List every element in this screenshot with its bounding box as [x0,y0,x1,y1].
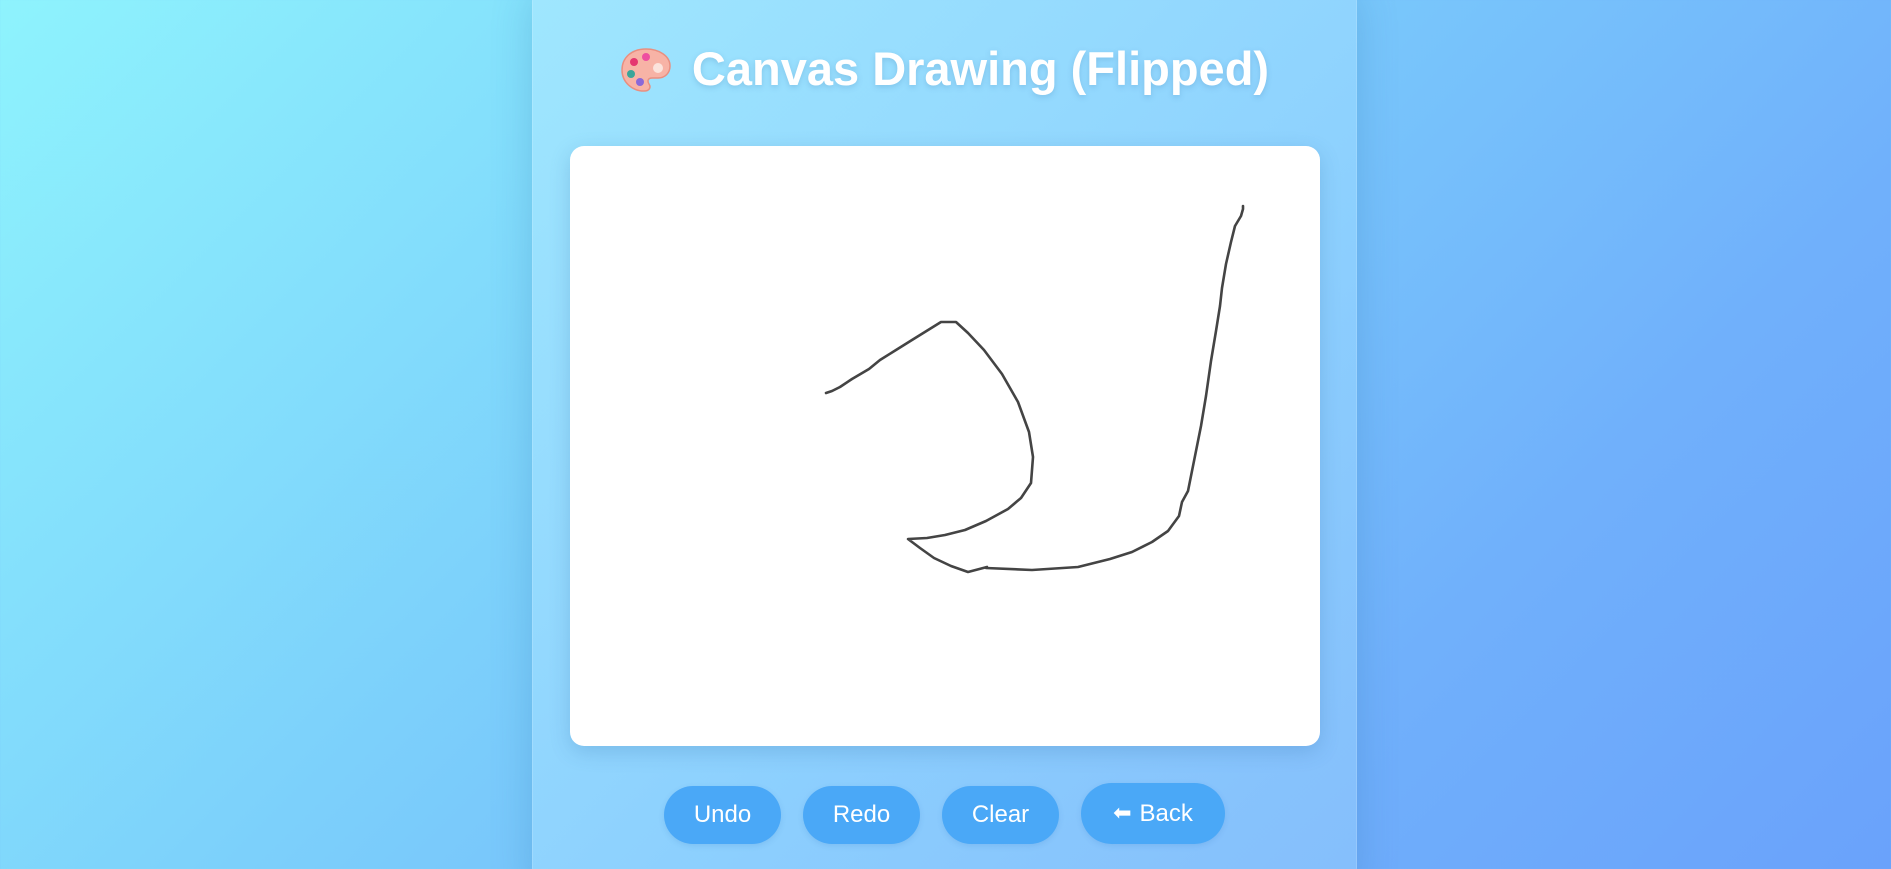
back-button[interactable]: ⬅ Back [1081,783,1225,844]
drawn-stroke [824,204,1245,574]
redo-button[interactable]: Redo [803,786,920,844]
left-arrow-icon: ⬅ [1113,799,1132,825]
page-title-text: Canvas Drawing (Flipped) [691,41,1270,95]
toolbar: Undo Redo Clear ⬅ Back [532,783,1357,845]
clear-button-label: Clear [971,801,1030,828]
page-title: Canvas Drawing (Flipped) [532,38,1357,98]
drawing-canvas[interactable] [570,146,1320,746]
palette-icon [620,46,672,94]
redo-button-label: Redo [832,801,891,828]
undo-button[interactable]: Undo [664,786,781,844]
drawing-panel: Canvas Drawing (Flipped) Undo Redo Clear… [532,0,1357,869]
drawing-surface [824,204,1245,574]
clear-button[interactable]: Clear [942,786,1059,844]
back-button-label: Back [1139,799,1193,827]
undo-button-label: Undo [693,801,752,828]
